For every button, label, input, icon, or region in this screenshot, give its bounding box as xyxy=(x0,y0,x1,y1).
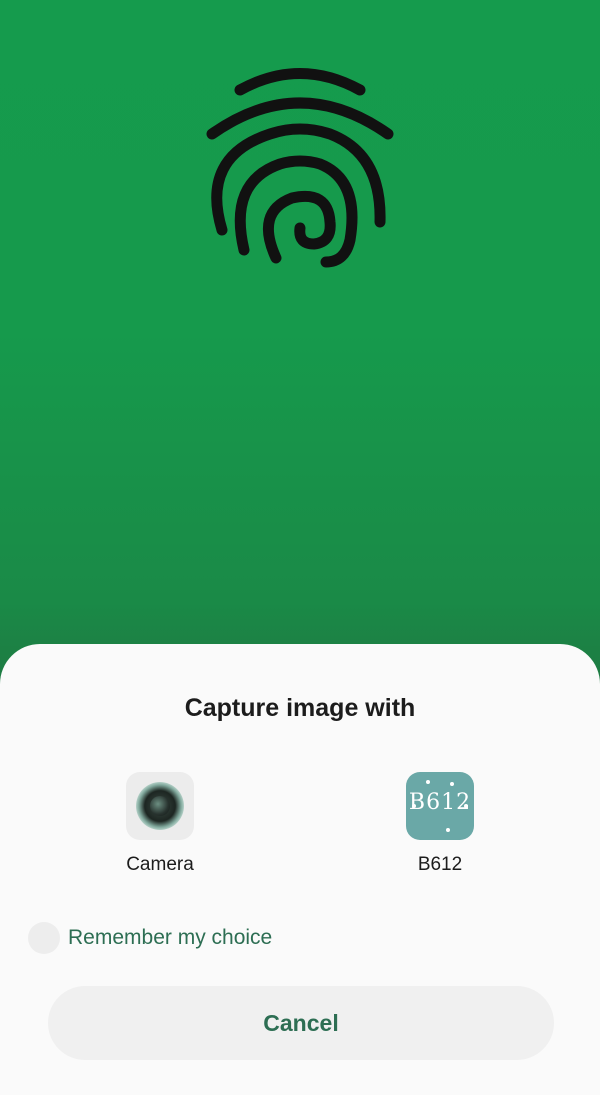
app-option-camera[interactable]: Camera xyxy=(90,772,230,876)
icon-dot xyxy=(426,780,430,784)
remember-checkbox[interactable] xyxy=(28,922,60,954)
camera-lens-inner xyxy=(150,796,170,816)
chooser-title: Capture image with xyxy=(184,694,416,722)
fingerprint-icon xyxy=(206,68,394,268)
icon-dot xyxy=(446,828,450,832)
remember-choice-label: Remember my choice xyxy=(68,926,273,949)
app-label-camera: Camera xyxy=(126,854,194,875)
remember-choice-row[interactable]: Remember my choice xyxy=(28,922,272,954)
camera-app-icon xyxy=(126,772,194,840)
app-label-b612: B612 xyxy=(417,854,463,875)
app-chooser-sheet: Capture image with Camera B612 B612 Reme… xyxy=(0,644,600,1095)
icon-dot xyxy=(450,782,454,786)
app-option-b612[interactable]: B612 B612 xyxy=(370,772,510,876)
b612-icon-text: B612 xyxy=(408,790,472,815)
cancel-button[interactable]: Cancel xyxy=(48,986,554,1060)
b612-app-icon: B612 xyxy=(406,772,474,840)
